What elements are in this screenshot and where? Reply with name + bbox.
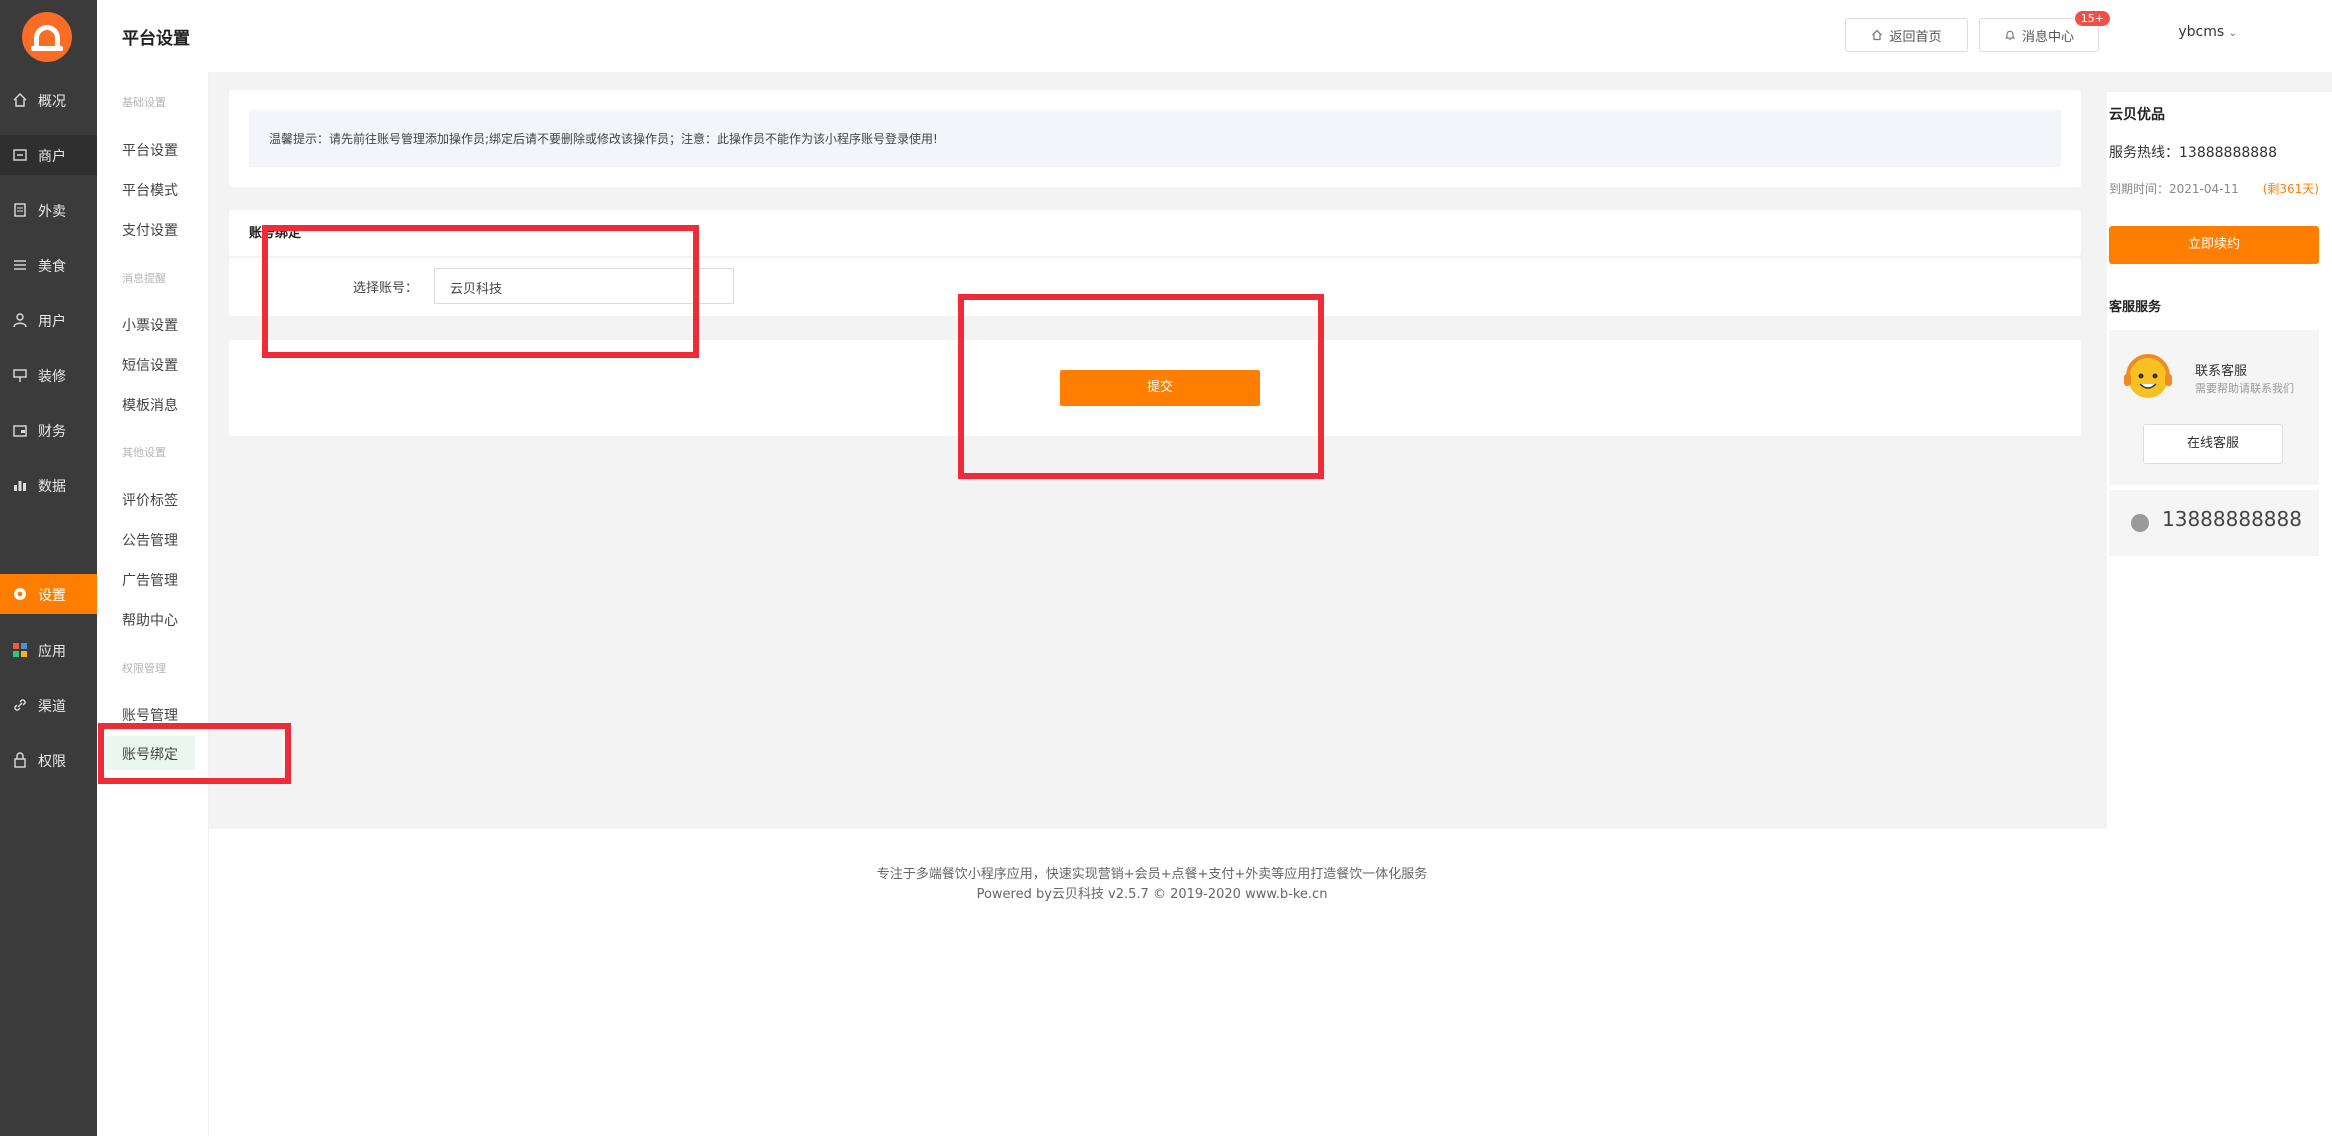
username: ybcms [2178,24,2225,40]
logo-icon[interactable] [22,12,72,62]
message-center-label: 消息中心 [2021,29,2074,45]
chevron-down-icon: ⌄ [2228,28,2237,39]
footer: 专注于多端餐饮小程序应用，快速实现营销+会员+点餐+支付+外卖等应用打造餐饮一体… [209,865,2095,905]
nav-item-settings[interactable]: 设置 [0,574,97,614]
header: 平台设置 返回首页 消息中心 15+ ybcms ⌄ [97,0,2332,72]
submenu-item-ticket[interactable]: 小票设置 [122,315,178,335]
nav-item-takeout[interactable]: 外卖 [0,190,97,230]
nav-label: 数据 [38,479,66,495]
link-icon [14,699,26,711]
expire-date: 到期时间：2021-04-11 [2109,182,2239,196]
submenu-group: 基础设置 [122,96,166,109]
footer-line-2: Powered by云贝科技 v2.5.7 © 2019-2020 www.b-… [976,887,1328,902]
nav-label: 概况 [38,94,66,110]
lock-icon [14,752,26,768]
tip-card: 温馨提示：请先前往账号管理添加操作员;绑定后请不要删除或修改该操作员；注意：此操… [229,90,2081,187]
document-icon [14,203,26,217]
product-title: 云贝优品 [2109,107,2165,123]
nav-label: 装修 [38,369,66,385]
nav-item-merchant[interactable]: 商户 [0,135,97,175]
contact-sub: 需要帮助请联系我们 [2195,382,2294,395]
submenu-item-review-tags[interactable]: 评价标签 [122,490,178,510]
highlight-account-select [262,225,699,358]
nav-label: 商户 [38,149,66,165]
decor-icon [13,369,27,382]
submenu-item-ads[interactable]: 广告管理 [122,570,178,590]
nav-label: 应用 [38,644,66,660]
submenu-group: 消息提醒 [122,272,166,285]
bell-icon [2004,30,2016,41]
bar-chart-icon [14,481,26,491]
service-title: 客服服务 [2109,300,2162,315]
submenu-group: 权限管理 [122,662,166,675]
store-icon [13,149,27,161]
remaining-days: (剩361天) [2262,182,2319,196]
nav-item-apps[interactable]: 应用 [0,630,97,670]
gear-icon [14,588,26,600]
wallet-icon [13,425,27,437]
nav-label: 财务 [38,424,66,440]
submenu-item-platform-mode[interactable]: 平台模式 [122,180,178,200]
nav-item-permission[interactable]: 权限 [0,740,97,780]
home-icon [1872,29,1883,41]
submenu-item-platform-settings[interactable]: 平台设置 [122,140,178,160]
back-home-label: 返回首页 [1889,29,1942,45]
user-menu[interactable]: ybcms ⌄ [2178,24,2237,40]
nav-label: 设置 [38,588,66,604]
nav-label: 用户 [38,314,66,330]
support-agent-icon [2124,354,2172,398]
submenu-item-help[interactable]: 帮助中心 [122,610,178,630]
back-home-button[interactable]: 返回首页 [1845,18,1968,52]
service-box: 联系客服 需要帮助请联系我们 在线客服 [2109,330,2319,485]
submenu-item-payment[interactable]: 支付设置 [122,220,178,240]
highlight-submit [958,294,1324,479]
app: 概况 商户 外卖 美食 用户 装修 财务 数据 设置 应用 渠道 权限 平台设置… [0,0,2332,1136]
phone-icon [2131,514,2149,532]
submenu-item-template[interactable]: 模板消息 [122,395,178,415]
submenu-item-accounts[interactable]: 账号管理 [122,705,178,725]
nav-label: 权限 [38,754,66,770]
submenu-item-notice[interactable]: 公告管理 [122,530,178,550]
user-icon [13,313,27,328]
menu-icon [14,260,26,270]
nav-label: 美食 [38,259,66,275]
submenu-item-sms[interactable]: 短信设置 [122,355,178,375]
apps-icon [13,643,27,657]
nav-item-user[interactable]: 用户 [0,300,97,340]
nav-item-overview[interactable]: 概况 [0,80,97,120]
tip-text: 温馨提示：请先前往账号管理添加操作员;绑定后请不要删除或修改该操作员；注意：此操… [249,110,2061,167]
page-title: 平台设置 [122,29,190,49]
main-nav: 概况 商户 外卖 美食 用户 装修 财务 数据 设置 应用 渠道 权限 [0,0,97,1136]
phone-box: 13888888888 [2109,490,2319,556]
service-hotline: 服务热线：13888888888 [2109,145,2277,161]
message-center-button[interactable]: 消息中心 15+ [1979,11,2110,52]
nav-item-decor[interactable]: 装修 [0,355,97,395]
nav-label: 外卖 [38,204,66,220]
home-icon [13,93,27,107]
nav-label: 渠道 [38,699,66,715]
message-count-badge: 15+ [2074,11,2110,26]
submenu-group: 其他设置 [122,446,166,459]
renew-button[interactable]: 立即续约 [2109,226,2319,264]
phone-number: 13888888888 [2162,507,2302,531]
nav-item-food[interactable]: 美食 [0,245,97,285]
settings-submenu: 基础设置 平台设置 平台模式 支付设置 消息提醒 小票设置 短信设置 模板消息 … [97,72,209,1136]
footer-line-1: 专注于多端餐饮小程序应用，快速实现营销+会员+点餐+支付+外卖等应用打造餐饮一体… [876,867,1428,882]
nav-item-data[interactable]: 数据 [0,465,97,505]
nav-item-channel[interactable]: 渠道 [0,685,97,725]
nav-item-finance[interactable]: 财务 [0,410,97,450]
highlight-account-binding [98,723,291,784]
contact-name: 联系客服 [2195,364,2248,379]
online-service-button[interactable]: 在线客服 [2143,424,2283,464]
